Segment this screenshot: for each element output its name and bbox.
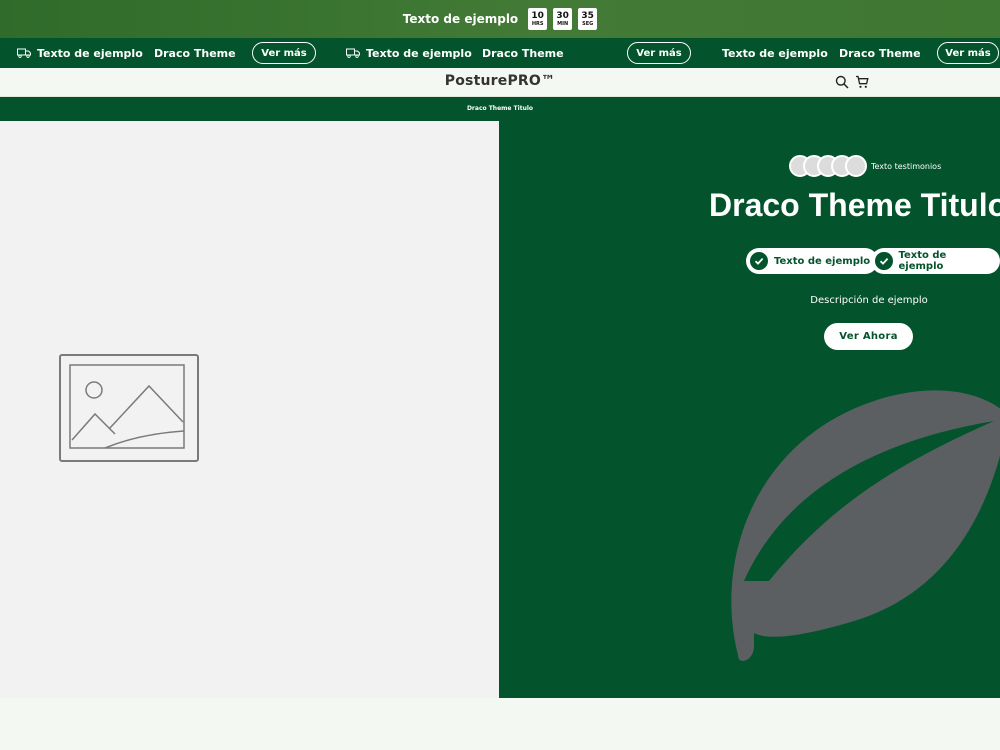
marquee-theme: Draco Theme (154, 38, 236, 68)
ver-ahora-button[interactable]: Ver Ahora (824, 323, 913, 350)
hero-image-area (0, 121, 499, 698)
marquee-item: Texto de ejemplo (722, 38, 828, 68)
avatar (845, 155, 867, 177)
check-icon (750, 252, 768, 270)
feature-badge: Texto de ejemplo (871, 248, 1000, 274)
cart-icon[interactable] (855, 74, 871, 90)
search-icon[interactable] (835, 74, 851, 90)
timer-minutes: 30 MIN (553, 8, 573, 30)
timer-hours: 10 HRS (528, 8, 548, 30)
testimonials-row: Texto testimonios (789, 155, 941, 177)
ver-mas-button[interactable]: Ver más (252, 42, 316, 64)
subtitle-bar: Draco Theme Titulo (0, 97, 1000, 121)
marquee-item: Texto de ejemplo (346, 38, 472, 68)
hero-description: Descripción de ejemplo (810, 295, 928, 306)
feature-badge-text: Texto de ejemplo (774, 255, 871, 267)
image-placeholder-icon (59, 354, 199, 466)
countdown-bar: Texto de ejemplo 10 HRS 30 MIN 35 SEG (0, 0, 1000, 38)
marquee-theme-text: Draco Theme (482, 46, 564, 60)
hero-content: Texto testimonios Draco Theme Titulo Tex… (499, 121, 1000, 698)
hero-title: Draco Theme Titulo (709, 187, 1000, 223)
marquee-item: Texto de ejemplo (17, 38, 143, 68)
timer-minutes-value: 30 (556, 10, 569, 21)
testimonials-text: Texto testimonios (871, 161, 942, 171)
timer-seconds: 35 SEG (578, 8, 598, 30)
feature-badge-text: Texto de ejemplo (898, 250, 947, 272)
timer-hours-value: 10 (531, 10, 544, 21)
timer-hours-unit: HRS (531, 20, 544, 27)
leaf-icon (724, 381, 1000, 675)
marquee-text: Texto de ejemplo (722, 46, 828, 60)
marquee-theme-text: Draco Theme (154, 46, 236, 60)
marquee-theme: Draco Theme (482, 38, 564, 68)
truck-icon (346, 48, 360, 58)
timer-minutes-unit: MIN (557, 20, 569, 27)
marquee-theme-text: Draco Theme (839, 46, 921, 60)
marquee-text: Texto de ejemplo (366, 46, 472, 60)
site-header: PosturePRO™ (0, 68, 1000, 97)
announcement-marquee: Texto de ejemplo Draco Theme Ver más Tex… (0, 38, 1000, 68)
feature-badge: Texto de ejemplo (746, 248, 879, 274)
timer-seconds-unit: SEG (582, 20, 594, 27)
countdown-text: Texto de ejemplo (402, 12, 519, 26)
marquee-text: Texto de ejemplo (37, 46, 143, 60)
check-icon (875, 252, 893, 270)
timer-seconds-value: 35 (581, 10, 594, 21)
truck-icon (17, 48, 31, 58)
marquee-theme: Draco Theme (839, 38, 921, 68)
ver-mas-button[interactable]: Ver más (627, 42, 691, 64)
ver-mas-button[interactable]: Ver más (937, 42, 999, 64)
